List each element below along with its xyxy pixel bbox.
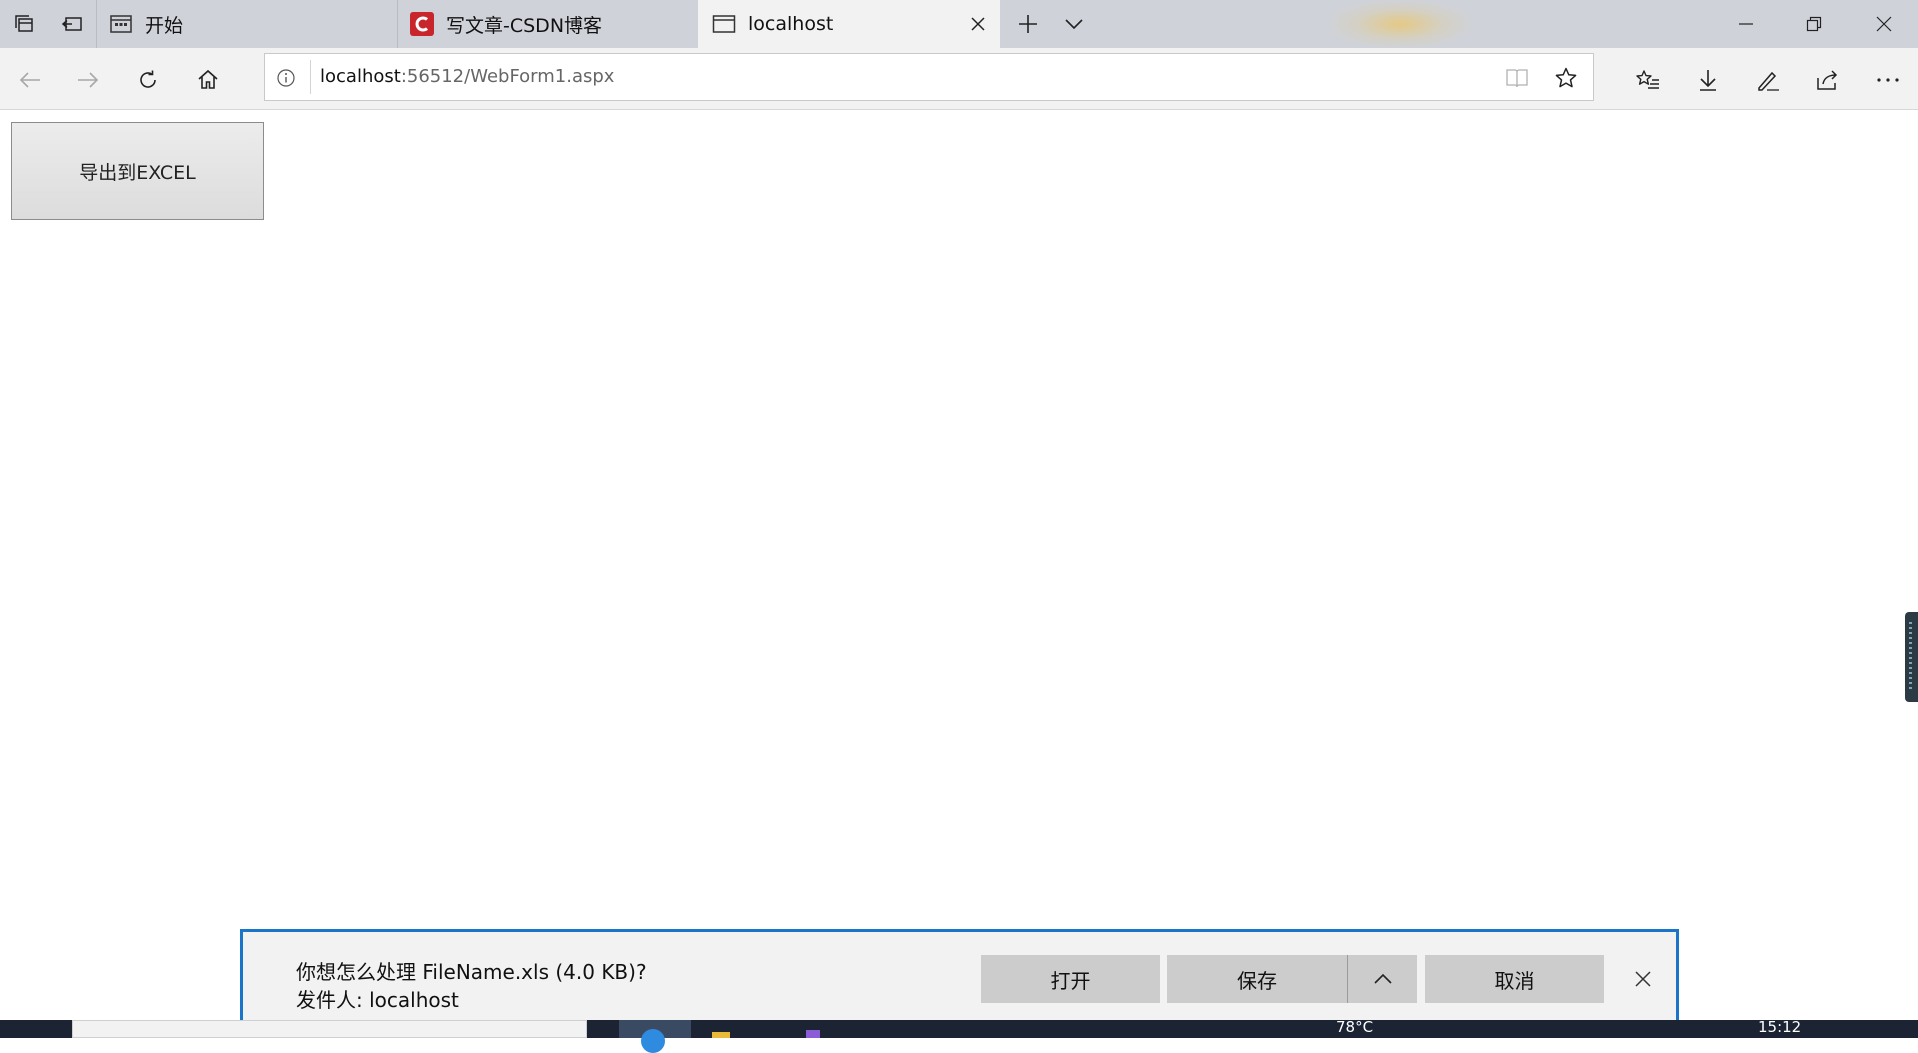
cpu-temperature: 78°C [1336,1018,1374,1036]
taskbar-edge-app[interactable] [619,1020,691,1053]
set-aside-icon [61,13,83,35]
reading-view-button[interactable] [1499,61,1535,95]
minimize-icon [1738,16,1754,32]
back-button[interactable] [6,56,54,104]
tab-manager-button[interactable] [0,0,48,48]
more-button[interactable] [1864,56,1912,104]
home-icon [196,68,220,92]
restore-icon [1806,16,1822,32]
csdn-logo-icon [410,12,434,36]
wallpaper-glow [1330,0,1470,48]
page-icon [712,14,736,34]
arrow-right-icon [76,70,100,90]
restore-button[interactable] [1780,0,1848,48]
tab-csdn[interactable]: 写文章-CSDN博客 [398,0,698,48]
chevron-down-icon [1064,18,1084,30]
download-question: 你想怎么处理 FileName.xls (4.0 KB)? [296,960,647,984]
file-explorer-icon[interactable] [712,1032,730,1038]
save-button[interactable]: 保存 [1167,955,1347,1003]
window-close-button[interactable] [1850,0,1918,48]
web-note-button[interactable] [1744,56,1792,104]
book-icon [1506,69,1528,88]
tab-start[interactable]: 开始 [97,0,397,48]
download-icon [1697,68,1719,92]
taskbar-search-box[interactable] [72,1020,587,1038]
site-info-button[interactable] [273,65,299,91]
minimize-button[interactable] [1712,0,1780,48]
pen-icon [1755,68,1781,92]
start-page-icon [109,13,133,35]
tab-csdn-label: 写文章-CSDN博客 [446,14,603,37]
downloads-button[interactable] [1684,56,1732,104]
url-path: :56512/WebForm1.aspx [400,66,615,87]
favorites-button[interactable] [1624,56,1672,104]
refresh-icon [136,68,160,92]
download-source: 发件人: localhost [296,988,459,1012]
tab-preview-button[interactable] [1050,0,1098,48]
taskbar: 78°C 15:12 [0,1018,1918,1053]
url-host: localhost [320,66,401,87]
star-icon [1555,67,1577,88]
open-button[interactable]: 打开 [981,955,1160,1003]
new-tab-button[interactable] [1004,0,1052,48]
plus-icon [1017,13,1039,35]
tab-localhost-label: localhost [748,13,834,35]
visual-studio-icon[interactable] [806,1030,820,1038]
tab-strip: 开始 写文章-CSDN博客 localhost [0,0,1918,48]
share-button[interactable] [1804,56,1852,104]
favorites-list-icon [1635,68,1661,92]
navigation-bar: localhost:56512/WebForm1.aspx [0,48,1918,110]
close-icon [1635,971,1651,987]
close-icon [971,17,985,31]
clock-time[interactable]: 15:12 [1758,1018,1801,1036]
share-icon [1815,68,1841,92]
save-options-button[interactable] [1347,955,1417,1003]
close-icon [1876,16,1892,32]
cancel-button[interactable]: 取消 [1425,955,1604,1003]
close-tab-button[interactable] [966,12,990,36]
address-separator [310,60,311,94]
tab-start-label: 开始 [145,14,184,37]
forward-button[interactable] [64,56,112,104]
close-download-bar-button[interactable] [1630,966,1656,992]
edge-icon [641,1029,665,1053]
home-button[interactable] [184,56,232,104]
side-panel-handle[interactable] [1905,612,1918,702]
tabs-aside-icon [13,13,35,35]
address-bar[interactable]: localhost:56512/WebForm1.aspx [264,53,1594,101]
arrow-left-icon [18,70,42,90]
tab-localhost[interactable]: localhost [698,0,1000,48]
info-icon [277,69,295,87]
handle-grip [1909,622,1912,690]
url-text[interactable]: localhost:56512/WebForm1.aspx [320,66,614,87]
refresh-button[interactable] [124,56,172,104]
add-favorite-button[interactable] [1548,61,1584,95]
export-excel-button[interactable]: 导出到EXCEL [11,122,264,220]
more-icon [1876,77,1900,83]
set-tabs-aside-button[interactable] [48,0,96,48]
chevron-up-icon [1373,973,1392,984]
